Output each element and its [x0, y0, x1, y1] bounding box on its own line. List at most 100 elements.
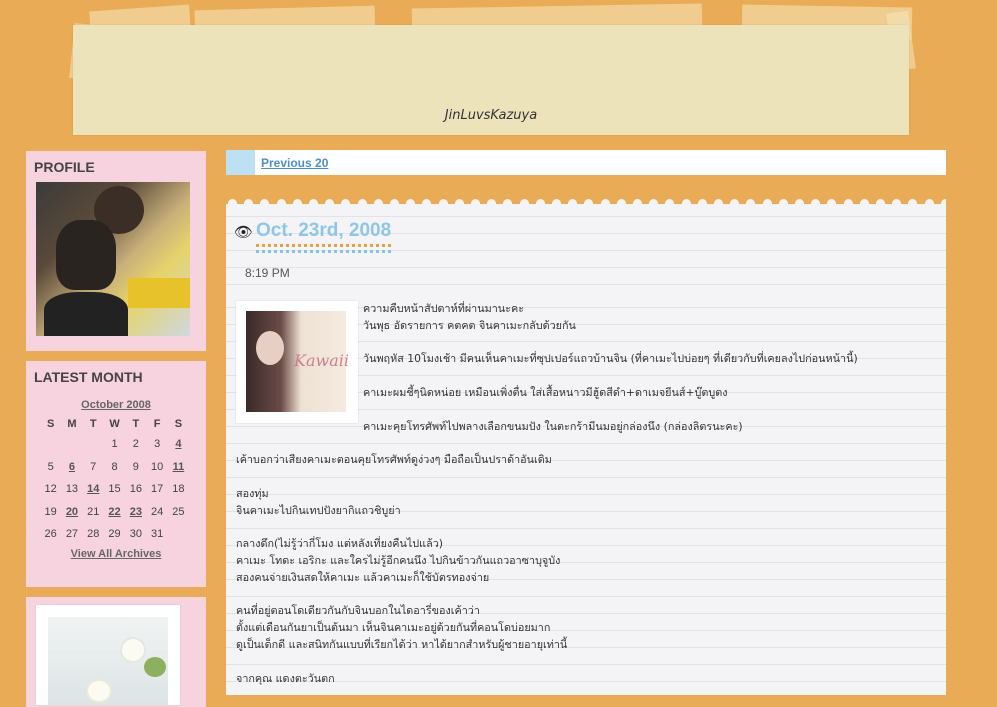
- photo-background: [128, 278, 190, 308]
- notebook-hole: [940, 199, 946, 208]
- profile-photo[interactable]: [36, 182, 190, 336]
- entry-time: 8:19 PM: [245, 266, 290, 280]
- notebook-hole: [390, 199, 399, 208]
- notebook-hole: [876, 199, 885, 208]
- weekday-label: W: [109, 418, 120, 430]
- weekday-label: F: [153, 418, 161, 430]
- notebook-hole: [859, 199, 869, 208]
- calendar-day: 26: [44, 528, 57, 541]
- calendar-day[interactable]: 22: [104, 501, 125, 524]
- entry-photo: Kawaii: [246, 311, 349, 412]
- calendar-day: 12: [44, 483, 57, 496]
- calendar-empty-cell: [168, 523, 189, 546]
- calendar-day[interactable]: 11: [168, 456, 189, 479]
- calendar-day: 13: [65, 483, 79, 496]
- calendar-day: 2: [132, 438, 139, 451]
- site-title[interactable]: JinLuvsKazuya: [73, 108, 909, 123]
- calendar-day: 7: [90, 460, 97, 473]
- weekday-label: T: [132, 418, 140, 430]
- notebook-hole: [714, 199, 723, 208]
- notebook-hole: [843, 199, 853, 208]
- calendar-day: 30: [129, 528, 142, 541]
- eye-icon: 👁: [234, 223, 254, 241]
- photo-figure: [56, 220, 116, 290]
- leaf-graphic: [144, 657, 166, 677]
- notebook-hole: [762, 199, 772, 208]
- calendar-day[interactable]: 23: [125, 501, 146, 524]
- notebook-hole: [535, 199, 545, 208]
- notebook-hole: [552, 199, 561, 208]
- notebook-hole: [292, 199, 302, 208]
- flower-graphic: [88, 681, 110, 701]
- calendar-day: 1: [111, 438, 118, 451]
- calendar: S M T W T F S 1 2 3 4 5 6 7 8 9 10 11 12 13 14 15 16 17 1…: [40, 415, 189, 546]
- calendar-day: 25: [172, 505, 185, 518]
- notebook-hole: [357, 199, 367, 208]
- calendar-week-row: 19 20 21 22 23 24 25: [40, 501, 189, 524]
- entry-text-line: [236, 435, 936, 452]
- calendar-day: 21: [87, 505, 100, 518]
- calendar-day: 3: [154, 438, 161, 451]
- calendar-day[interactable]: 14: [83, 478, 104, 501]
- entry-title[interactable]: Oct. 23rd, 2008: [256, 220, 392, 253]
- notebook-hole: [795, 199, 804, 208]
- calendar-day: 10: [151, 460, 164, 473]
- calendar-day: 31: [151, 528, 164, 541]
- sidebar-image-box: [26, 597, 206, 707]
- latest-month-heading: LATEST MONTH: [34, 369, 143, 385]
- entry-image: Kawaii: [236, 301, 358, 423]
- calendar-day: 5: [47, 460, 54, 473]
- calendar-empty-cell: [61, 433, 82, 456]
- sidebar-image: [36, 605, 180, 705]
- calendar-day[interactable]: 20: [61, 501, 82, 524]
- calendar-day: 28: [87, 528, 100, 541]
- notebook-hole: [309, 199, 318, 208]
- notebook-hole: [373, 199, 383, 208]
- profile-heading: PROFILE: [34, 159, 95, 175]
- calendar-day: 16: [129, 483, 142, 496]
- profile-box: PROFILE: [26, 151, 206, 351]
- calendar-day: 18: [172, 483, 185, 496]
- calendar-weekday-row: S M T W T F S: [40, 415, 189, 433]
- notebook-hole: [276, 199, 286, 208]
- view-all-archives-link[interactable]: View All Archives: [26, 548, 206, 560]
- previous-entries-link[interactable]: Previous 20: [261, 156, 328, 170]
- notebook-hole: [438, 199, 448, 208]
- entry-text-line: เค้าบอกว่าเสียงคาเมะตอนคุยโทรศัพท์ดูง่วง…: [236, 453, 552, 467]
- calendar-day[interactable]: 6: [61, 456, 82, 479]
- calendar-day: 9: [132, 460, 139, 473]
- calendar-day: 19: [44, 505, 57, 518]
- entry-text-line: กลางดึก(ไม่รู้ว่ากี่โมง แต่หลังเที่ยงคืน…: [236, 537, 443, 551]
- calendar-week-row: 5 6 7 8 9 10 11: [40, 456, 189, 479]
- calendar-empty-cell: [83, 433, 104, 456]
- entry-text-line: [236, 519, 936, 536]
- notebook-hole: [633, 199, 642, 208]
- calendar-day: 15: [108, 483, 121, 496]
- entry-text-line: สองคนจ่ายเงินสดให้คาเมะ แล้วคาเมะก็ใช้บั…: [236, 570, 490, 584]
- notebook-hole: [600, 199, 610, 208]
- calendar-month-link[interactable]: October 2008: [26, 399, 206, 411]
- calendar-day[interactable]: 4: [168, 433, 189, 456]
- notebook-hole: [228, 199, 237, 208]
- weekday-label: S: [174, 418, 183, 430]
- calendar-day: 8: [111, 460, 118, 473]
- notebook-hole: [697, 199, 707, 208]
- photo-face: [256, 331, 284, 365]
- flower-graphic: [122, 639, 144, 661]
- notebook-hole: [681, 199, 691, 208]
- weekday-label: S: [46, 418, 55, 430]
- journal-entry: 👁 Oct. 23rd, 2008 8:19 PM ความคืบหน้าสัป…: [226, 196, 946, 695]
- notebook-hole: [778, 199, 788, 208]
- photo-caption-word: Kawaii: [294, 351, 349, 370]
- calendar-week-row: 1 2 34: [40, 433, 189, 456]
- calendar-day: 29: [108, 528, 121, 541]
- calendar-week-row: 12 13 14 15 16 17 18: [40, 478, 189, 501]
- entry-text-line: [236, 469, 936, 486]
- calendar-week-row: 26 27 28 29 30 31: [40, 523, 189, 546]
- photo-figure: [44, 292, 128, 336]
- nav-swatch: [226, 150, 255, 175]
- calendar-empty-cell: [40, 433, 61, 456]
- weekday-label: M: [67, 418, 77, 430]
- entry-text-line: คาเมะ โทดะ เอริกะ และใครไม่รู้อีกคนนึง ไ…: [236, 553, 561, 567]
- entry-text-line: ดูเป็นเด็กดี และสนิทกันแบบที่เรียกได้ว่า…: [236, 637, 568, 651]
